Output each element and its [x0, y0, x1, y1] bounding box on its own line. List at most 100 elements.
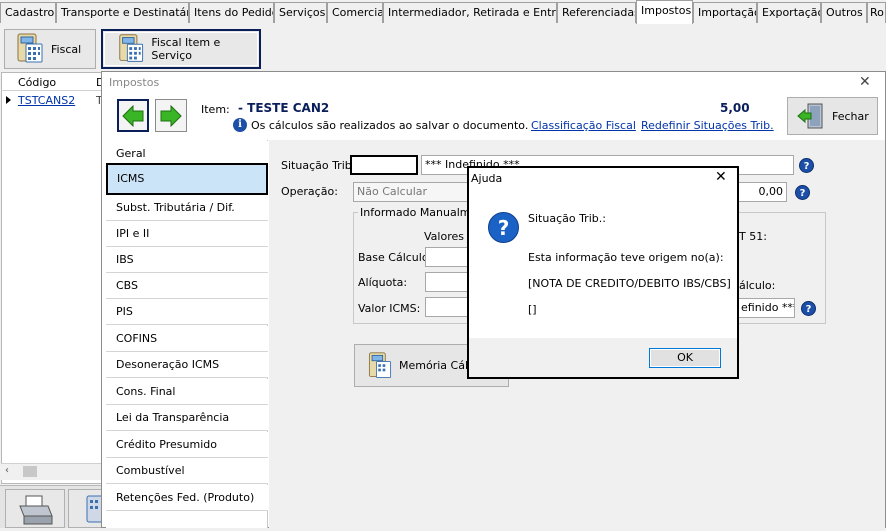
arrow-left-icon: [122, 104, 144, 127]
calculator-icon: [368, 351, 392, 378]
fiscal-item-servico-button[interactable]: Fiscal Item e Serviço: [101, 29, 261, 69]
right-help-icon[interactable]: ?: [801, 301, 816, 316]
sidebar-item-desoneracao-icms[interactable]: Desoneração ICMS: [106, 352, 268, 378]
sidebar-item-label: Lei da Transparência: [116, 411, 230, 424]
previous-item-button[interactable]: [117, 99, 149, 132]
impostos-close-icon[interactable]: ✕: [859, 74, 871, 90]
sidebar-item-pis[interactable]: PIS: [106, 299, 268, 325]
tab-transporte[interactable]: Transporte e Destinatário: [56, 2, 189, 23]
tab-intermediador[interactable]: Intermediador, Retirada e Entrega: [383, 2, 557, 23]
fechar-label: Fechar: [832, 109, 869, 123]
sidebar-item-label: ICMS: [117, 172, 145, 185]
tab-referenciadas[interactable]: Referenciadas: [557, 2, 636, 23]
ajuda-close-icon[interactable]: ✕: [715, 169, 727, 185]
base-calculo-label: Base Cálculo:: [358, 251, 433, 264]
operacao-amount-value: 0,00: [758, 185, 784, 198]
tab-comercial[interactable]: Comercial: [327, 2, 383, 23]
sidebar-item-credito-presumido[interactable]: Crédito Presumido: [106, 432, 268, 458]
sidebar-item-label: PIS: [116, 305, 133, 318]
fiscal-button-label: Fiscal: [51, 42, 82, 56]
horizontal-scrollbar[interactable]: ‹: [1, 463, 106, 480]
sidebar-item-label: Geral: [116, 147, 146, 160]
ajuda-line-nota: [NOTA DE CREDITO/DEBITO IBS/CBS]: [528, 277, 731, 290]
sidebar-item-label: IPI e II: [116, 227, 150, 240]
situacao-help-icon[interactable]: ?: [799, 158, 814, 173]
ajuda-title: Ajuda: [471, 172, 503, 185]
right-indefinido-field: efinido ***: [738, 298, 795, 318]
impostos-title: Impostos: [109, 76, 160, 89]
operacao-amount-field[interactable]: 0,00: [737, 182, 787, 202]
question-icon: ?: [488, 212, 519, 243]
row-code-link[interactable]: TSTCANS2: [18, 94, 75, 107]
sidebar-item-ipi-ii[interactable]: IPI e II: [106, 221, 268, 247]
tab-label: Itens do Pedido: [194, 6, 274, 19]
tab-impostos[interactable]: Impostos: [636, 0, 693, 24]
tab-cadastro[interactable]: Cadastro: [0, 2, 56, 23]
item-amount: 5,00: [720, 101, 750, 115]
sidebar-item-subst-tributaria[interactable]: Subst. Tributária / Dif. Alíquota: [106, 195, 268, 240]
tab-label: Outros: [826, 6, 863, 19]
sidebar-item-lei-transparencia[interactable]: Lei da Transparência: [106, 405, 268, 431]
sidebar-item-ibs[interactable]: IBS: [106, 247, 268, 273]
tab-servicos[interactable]: Serviços: [274, 2, 327, 23]
tab-exportacao[interactable]: Exportação: [757, 2, 821, 23]
tab-ro[interactable]: Ro: [867, 2, 886, 23]
item-value: - TESTE CAN2: [238, 101, 330, 115]
tab-itens-pedido[interactable]: Itens do Pedido: [189, 2, 274, 23]
tab-importacao[interactable]: Importação: [693, 2, 757, 23]
column-codigo[interactable]: Código: [18, 76, 56, 89]
sidebar-item-label: Crédito Presumido: [116, 438, 217, 451]
sidebar-item-label: Combustível: [116, 464, 185, 477]
sidebar-item-combustivel[interactable]: Combustível: [106, 458, 268, 484]
tab-label: Importação: [698, 6, 757, 19]
info-icon: i: [233, 118, 247, 132]
right-indefinido-value: efinido ***: [741, 301, 795, 314]
fiscal-item-servico-label: Fiscal Item e Serviço: [151, 36, 221, 62]
sidebar-item-label: IBS: [116, 253, 134, 266]
sidebar-item-cons-final[interactable]: Cons. Final: [106, 379, 268, 405]
fiscal-button[interactable]: Fiscal: [4, 29, 96, 69]
ajuda-line-origem: Esta informação teve origem no(a):: [528, 251, 724, 264]
ajuda-line-empty: []: [528, 303, 537, 316]
sidebar-item-icms[interactable]: ICMS: [106, 163, 268, 195]
ajuda-line-situacao: Situação Trib.:: [528, 212, 606, 225]
base-calculo-input[interactable]: [425, 247, 470, 267]
situacao-trib-code-input[interactable]: [350, 155, 418, 175]
tab-label: Transporte e Destinatário: [61, 6, 189, 19]
tab-label: Referenciadas: [562, 6, 636, 19]
next-item-button[interactable]: [155, 99, 187, 132]
valor-icms-label: Valor ICMS:: [358, 302, 421, 315]
ajuda-titlebar: Ajuda ✕: [469, 168, 737, 189]
operacao-select[interactable]: Não Calcular: [353, 182, 473, 202]
exit-door-icon: [797, 103, 823, 129]
print-button[interactable]: [5, 489, 65, 528]
scrollbar-thumb[interactable]: [23, 466, 37, 477]
situacao-trib-label: Situação Trib.:: [281, 159, 359, 172]
scroll-left-icon[interactable]: ‹: [5, 465, 9, 476]
tab-label: Intermediador, Retirada e Entrega: [388, 6, 556, 19]
sidebar-item-cbs[interactable]: CBS: [106, 273, 268, 299]
right-label-t51: T 51:: [739, 230, 767, 243]
calculator-icon: [119, 34, 144, 62]
operacao-help-icon[interactable]: ?: [795, 185, 810, 200]
sidebar-item-label: Retenções Fed. (Produto): [116, 491, 255, 504]
printer-icon: [19, 495, 53, 525]
sidebar-item-label: Desoneração ICMS: [116, 358, 220, 371]
arrow-right-icon: [160, 104, 182, 127]
sidebar-item-cofins[interactable]: COFINS: [106, 326, 268, 352]
aliquota-label: Alíquota:: [358, 276, 408, 289]
tab-outros[interactable]: Outros: [821, 2, 867, 23]
impostos-titlebar: Impostos ✕: [102, 72, 885, 92]
row-pointer-icon: [6, 96, 11, 104]
info-text: Os cálculos são realizados ao salvar o d…: [251, 119, 529, 132]
valores-label: Valores (: [424, 230, 472, 243]
sidebar-item-label: COFINS: [116, 332, 158, 345]
ok-button[interactable]: OK: [649, 348, 721, 368]
tab-label: Impostos: [641, 4, 692, 17]
valor-icms-input[interactable]: [425, 297, 470, 317]
aliquota-input[interactable]: [425, 272, 470, 292]
redefinir-situacoes-link[interactable]: Redefinir Situações Trib.: [641, 119, 774, 132]
classificacao-fiscal-link[interactable]: Classificação Fiscal: [531, 119, 636, 132]
sidebar-item-retencoes-fed[interactable]: Retenções Fed. (Produto): [106, 485, 268, 511]
fechar-button[interactable]: Fechar: [787, 97, 878, 135]
